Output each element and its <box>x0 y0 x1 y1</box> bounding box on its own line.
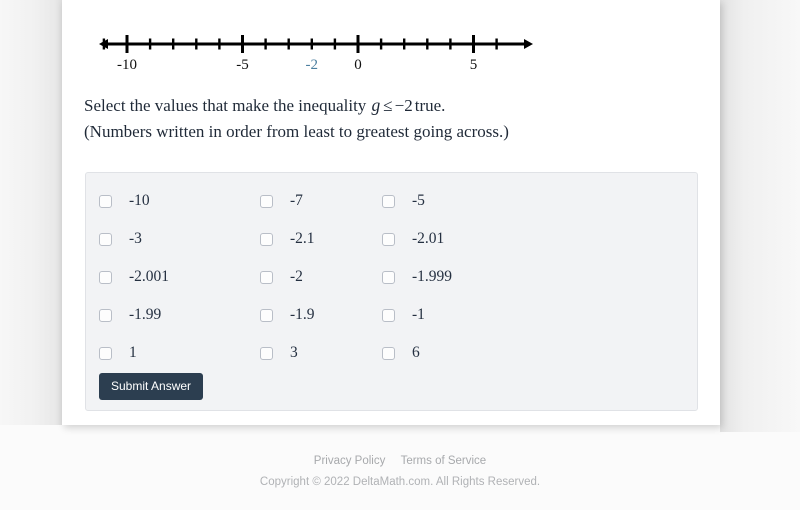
choice-checkbox[interactable] <box>260 346 273 360</box>
number-line-tick-labels: -10 -5 -2 0 5 <box>117 57 477 73</box>
choice-checkbox[interactable] <box>260 232 273 246</box>
number-line-label-neg2: -2 <box>306 57 319 73</box>
choice-checkbox[interactable] <box>382 232 395 246</box>
choice-option[interactable]: -1.999 <box>382 258 542 296</box>
footer-links: Privacy Policy Terms of Service <box>0 455 800 467</box>
choice-row: 1 3 6 <box>99 334 689 372</box>
choice-checkbox[interactable] <box>99 232 112 246</box>
page-footer: Privacy Policy Terms of Service Copyrigh… <box>0 455 800 488</box>
choice-option[interactable]: -1.9 <box>260 296 382 334</box>
number-line-label-neg10: -10 <box>117 57 137 73</box>
number-line-svg: -10 -5 -2 0 5 <box>99 35 533 73</box>
question-prompt: Select the values that make the inequali… <box>84 92 704 145</box>
inequality-variable: g <box>371 95 381 115</box>
choice-checkbox[interactable] <box>382 270 395 284</box>
number-line-label-neg5: -5 <box>236 57 249 73</box>
choice-label: -5 <box>412 192 425 209</box>
choice-checkbox[interactable] <box>382 194 395 208</box>
choice-label: -2.01 <box>412 230 445 247</box>
choice-label: -10 <box>129 192 150 209</box>
choice-row: -1.99 -1.9 -1 <box>99 296 689 334</box>
choice-row: -10 -7 -5 <box>99 182 689 220</box>
choice-label: -1 <box>412 306 425 323</box>
number-line-label-5: 5 <box>470 57 478 73</box>
problem-page-sheet: -10 -5 -2 0 5 Select the values that make th… <box>62 0 720 425</box>
choice-checkbox[interactable] <box>99 346 112 360</box>
choice-label: -2 <box>290 268 303 285</box>
page-gutter-left <box>0 0 62 425</box>
choice-option[interactable]: -1 <box>382 296 542 334</box>
choice-option[interactable]: -5 <box>382 182 542 220</box>
choice-option[interactable]: 6 <box>382 334 542 372</box>
inequality-value: −2 <box>394 96 413 115</box>
prompt-line-2: (Numbers written in order from least to … <box>84 122 509 141</box>
submit-answer-button[interactable]: Submit Answer <box>99 373 204 400</box>
footer-copyright: Copyright © 2022 DeltaMath.com. All Righ… <box>259 476 541 488</box>
privacy-policy-link[interactable]: Privacy Policy <box>314 455 386 467</box>
terms-of-service-link[interactable]: Terms of Service <box>401 455 487 467</box>
answer-choices-panel: -10 -7 -5 -3 -2.1 -2.01 -2.001 -2 -1.999 -1.99 -1.… <box>85 172 698 411</box>
choice-option[interactable]: -3 <box>99 220 260 258</box>
choice-label: -1.999 <box>412 268 453 285</box>
choice-label: -1.99 <box>129 306 162 323</box>
choice-checkbox[interactable] <box>260 194 273 208</box>
choice-label: -3 <box>129 230 142 247</box>
prompt-line-1: Select the values that make the inequali… <box>84 92 704 119</box>
choice-option[interactable]: -2.1 <box>260 220 382 258</box>
choice-label: -7 <box>290 192 303 209</box>
page-gutter-right <box>720 0 800 432</box>
choice-label: 1 <box>129 344 137 361</box>
choice-option[interactable]: 3 <box>260 334 382 372</box>
number-line-figure: -10 -5 -2 0 5 <box>62 10 720 88</box>
choice-checkbox[interactable] <box>382 308 395 322</box>
choice-checkbox[interactable] <box>99 270 112 284</box>
choice-option[interactable]: 1 <box>99 334 260 372</box>
choice-checkbox[interactable] <box>260 308 273 322</box>
choice-label: -1.9 <box>290 306 315 323</box>
choice-checkbox[interactable] <box>382 346 395 360</box>
inequality-operator: ≤ <box>383 96 393 115</box>
choice-option[interactable]: -2.001 <box>99 258 260 296</box>
number-line-label-0: 0 <box>354 57 362 73</box>
choice-row: -2.001 -2 -1.999 <box>99 258 689 296</box>
choice-option[interactable]: -7 <box>260 182 382 220</box>
choice-option[interactable]: -10 <box>99 182 260 220</box>
choice-label: -2.1 <box>290 230 315 247</box>
choice-checkbox[interactable] <box>260 270 273 284</box>
choice-option[interactable]: -1.99 <box>99 296 260 334</box>
choice-checkbox[interactable] <box>99 194 112 208</box>
choice-option[interactable]: -2 <box>260 258 382 296</box>
prompt-text-after: true. <box>414 96 446 115</box>
choice-option[interactable]: -2.01 <box>382 220 542 258</box>
answer-choices-grid: -10 -7 -5 -3 -2.1 -2.01 -2.001 -2 -1.999 -1.99 -1.… <box>99 182 689 372</box>
choice-row: -3 -2.1 -2.01 <box>99 220 689 258</box>
choice-label: 3 <box>290 344 298 361</box>
choice-label: -2.001 <box>129 268 170 285</box>
choice-label: 6 <box>412 344 420 361</box>
prompt-text-before: Select the values that make the inequali… <box>84 96 367 115</box>
choice-checkbox[interactable] <box>99 308 112 322</box>
